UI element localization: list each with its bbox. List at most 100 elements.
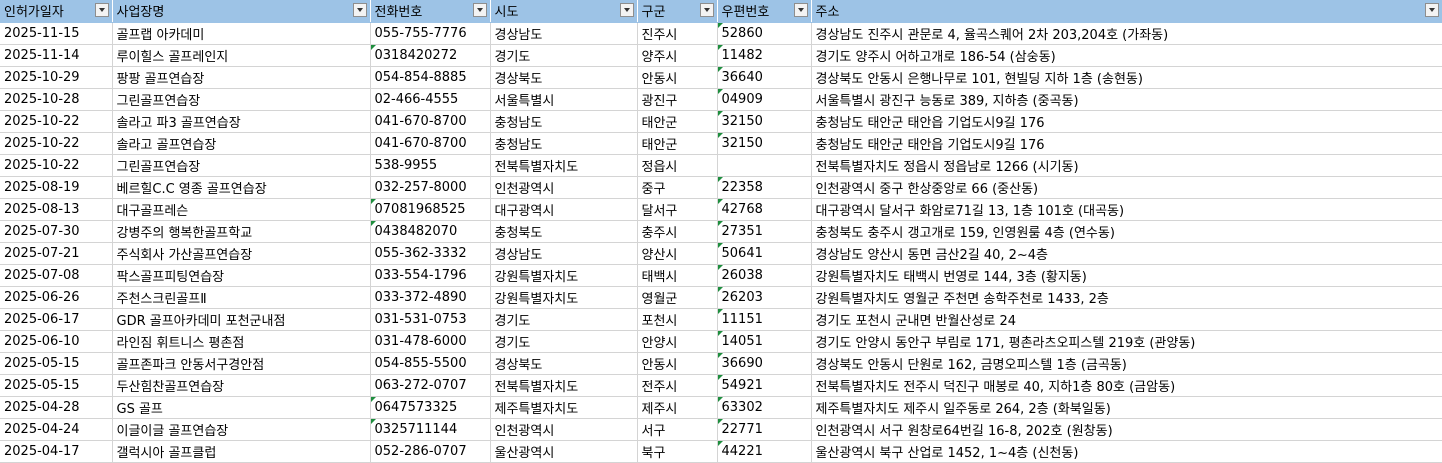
cell-business-name[interactable]: 라인짐 휘트니스 평촌점 xyxy=(112,330,371,353)
cell-address[interactable]: 제주특별자치도 제주시 일주동로 264, 2층 (화북일동) xyxy=(811,396,1442,419)
cell-address[interactable]: 경상남도 진주시 관문로 4, 율곡스퀘어 2차 203,204호 (가좌동) xyxy=(811,22,1442,45)
cell-postal-code[interactable]: 36690 xyxy=(717,352,812,375)
cell-business-name[interactable]: 대구골프레슨 xyxy=(112,198,371,221)
cell-address[interactable]: 충청북도 충주시 갱고개로 159, 인영원룸 4층 (연수동) xyxy=(811,220,1442,243)
cell-postal-code[interactable]: 27351 xyxy=(717,220,812,243)
cell-province[interactable]: 경상남도 xyxy=(490,242,638,265)
cell-postal-code[interactable]: 11151 xyxy=(717,308,812,331)
cell-business-name[interactable]: GS 골프 xyxy=(112,396,371,419)
cell-postal-code[interactable] xyxy=(717,154,812,177)
column-header-address[interactable]: 주소 xyxy=(811,0,1442,23)
cell-province[interactable]: 충청북도 xyxy=(490,220,638,243)
cell-province[interactable]: 경기도 xyxy=(490,44,638,67)
column-header-business-name[interactable]: 사업장명 xyxy=(112,0,371,23)
cell-permit-date[interactable]: 2025-04-24 xyxy=(0,418,113,441)
cell-permit-date[interactable]: 2025-10-22 xyxy=(0,132,113,155)
cell-postal-code[interactable]: 42768 xyxy=(717,198,812,221)
cell-address[interactable]: 경기도 양주시 어하고개로 186-54 (삼숭동) xyxy=(811,44,1442,67)
cell-address[interactable]: 전북특별자치도 정읍시 정읍남로 1266 (시기동) xyxy=(811,154,1442,177)
cell-district[interactable]: 태안군 xyxy=(637,110,718,133)
cell-business-name[interactable]: GDR 골프아카데미 포천군내점 xyxy=(112,308,371,331)
cell-business-name[interactable]: 루이힐스 골프레인지 xyxy=(112,44,371,67)
cell-business-name[interactable]: 강병주의 행복한골프학교 xyxy=(112,220,371,243)
cell-district[interactable]: 진주시 xyxy=(637,22,718,45)
cell-permit-date[interactable]: 2025-07-30 xyxy=(0,220,113,243)
cell-postal-code[interactable]: 32150 xyxy=(717,110,812,133)
cell-permit-date[interactable]: 2025-10-22 xyxy=(0,154,113,177)
cell-address[interactable]: 인천광역시 서구 원창로64번길 16-8, 202호 (원창동) xyxy=(811,418,1442,441)
cell-postal-code[interactable]: 50641 xyxy=(717,242,812,265)
cell-permit-date[interactable]: 2025-07-08 xyxy=(0,264,113,287)
cell-postal-code[interactable]: 44221 xyxy=(717,440,812,463)
cell-permit-date[interactable]: 2025-04-17 xyxy=(0,440,113,463)
cell-province[interactable]: 인천광역시 xyxy=(490,176,638,199)
cell-business-name[interactable]: 솔라고 골프연습장 xyxy=(112,132,371,155)
cell-business-name[interactable]: 그린골프연습장 xyxy=(112,88,371,111)
cell-phone[interactable]: 032-257-8000 xyxy=(370,176,491,199)
cell-district[interactable]: 영월군 xyxy=(637,286,718,309)
cell-postal-code[interactable]: 63302 xyxy=(717,396,812,419)
cell-address[interactable]: 경기도 포천시 군내면 반월산성로 24 xyxy=(811,308,1442,331)
cell-phone[interactable]: 055-362-3332 xyxy=(370,242,491,265)
cell-permit-date[interactable]: 2025-05-15 xyxy=(0,374,113,397)
cell-district[interactable]: 양산시 xyxy=(637,242,718,265)
cell-permit-date[interactable]: 2025-11-14 xyxy=(0,44,113,67)
filter-dropdown-icon[interactable] xyxy=(1424,3,1439,17)
cell-postal-code[interactable]: 14051 xyxy=(717,330,812,353)
cell-province[interactable]: 울산광역시 xyxy=(490,440,638,463)
cell-district[interactable]: 북구 xyxy=(637,440,718,463)
cell-phone[interactable]: 02-466-4555 xyxy=(370,88,491,111)
cell-address[interactable]: 강원특별자치도 태백시 번영로 144, 3층 (황지동) xyxy=(811,264,1442,287)
cell-address[interactable]: 경상남도 양산시 동면 금산2길 40, 2~4층 xyxy=(811,242,1442,265)
cell-postal-code[interactable]: 36640 xyxy=(717,66,812,89)
column-header-district[interactable]: 구군 xyxy=(637,0,718,23)
cell-district[interactable]: 달서구 xyxy=(637,198,718,221)
cell-province[interactable]: 강원특별자치도 xyxy=(490,264,638,287)
cell-phone[interactable]: 041-670-8700 xyxy=(370,110,491,133)
cell-permit-date[interactable]: 2025-06-10 xyxy=(0,330,113,353)
cell-phone[interactable]: 054-855-5500 xyxy=(370,352,491,375)
cell-business-name[interactable]: 이글이글 골프연습장 xyxy=(112,418,371,441)
filter-dropdown-icon[interactable] xyxy=(699,3,714,17)
cell-permit-date[interactable]: 2025-08-19 xyxy=(0,176,113,199)
cell-province[interactable]: 강원특별자치도 xyxy=(490,286,638,309)
cell-address[interactable]: 서울특별시 광진구 능동로 389, 지하층 (중곡동) xyxy=(811,88,1442,111)
column-header-phone[interactable]: 전화번호 xyxy=(370,0,491,23)
cell-address[interactable]: 경상북도 안동시 은행나무로 101, 현빌딩 지하 1층 (송현동) xyxy=(811,66,1442,89)
cell-province[interactable]: 경기도 xyxy=(490,308,638,331)
cell-district[interactable]: 안동시 xyxy=(637,66,718,89)
cell-province[interactable]: 전북특별자치도 xyxy=(490,374,638,397)
column-header-province[interactable]: 시도 xyxy=(490,0,638,23)
cell-postal-code[interactable]: 22358 xyxy=(717,176,812,199)
cell-phone[interactable]: 031-531-0753 xyxy=(370,308,491,331)
cell-address[interactable]: 충청남도 태안군 태안읍 기업도시9길 176 xyxy=(811,110,1442,133)
cell-district[interactable]: 태안군 xyxy=(637,132,718,155)
cell-province[interactable]: 충청남도 xyxy=(490,110,638,133)
cell-province[interactable]: 경상북도 xyxy=(490,352,638,375)
cell-phone[interactable]: 033-372-4890 xyxy=(370,286,491,309)
cell-address[interactable]: 강원특별자치도 영월군 주천면 송학주천로 1433, 2층 xyxy=(811,286,1442,309)
cell-permit-date[interactable]: 2025-08-13 xyxy=(0,198,113,221)
cell-business-name[interactable]: 베르힐C.C 영종 골프연습장 xyxy=(112,176,371,199)
cell-business-name[interactable]: 그린골프연습장 xyxy=(112,154,371,177)
filter-dropdown-icon[interactable] xyxy=(472,3,487,17)
cell-address[interactable]: 대구광역시 달서구 화암로71길 13, 1층 101호 (대곡동) xyxy=(811,198,1442,221)
cell-business-name[interactable]: 골프존파크 안동서구경안점 xyxy=(112,352,371,375)
cell-district[interactable]: 양주시 xyxy=(637,44,718,67)
cell-province[interactable]: 서울특별시 xyxy=(490,88,638,111)
cell-district[interactable]: 안양시 xyxy=(637,330,718,353)
cell-business-name[interactable]: 팡팡 골프연습장 xyxy=(112,66,371,89)
cell-business-name[interactable]: 주천스크린골프Ⅱ xyxy=(112,286,371,309)
cell-postal-code[interactable]: 52860 xyxy=(717,22,812,45)
cell-postal-code[interactable]: 22771 xyxy=(717,418,812,441)
cell-phone[interactable]: 031-478-6000 xyxy=(370,330,491,353)
cell-permit-date[interactable]: 2025-10-22 xyxy=(0,110,113,133)
cell-phone[interactable]: 0647573325 xyxy=(370,396,491,419)
cell-phone[interactable]: 041-670-8700 xyxy=(370,132,491,155)
cell-permit-date[interactable]: 2025-04-28 xyxy=(0,396,113,419)
cell-district[interactable]: 서구 xyxy=(637,418,718,441)
cell-phone[interactable]: 0438482070 xyxy=(370,220,491,243)
cell-district[interactable]: 전주시 xyxy=(637,374,718,397)
cell-postal-code[interactable]: 11482 xyxy=(717,44,812,67)
cell-phone[interactable]: 054-854-8885 xyxy=(370,66,491,89)
